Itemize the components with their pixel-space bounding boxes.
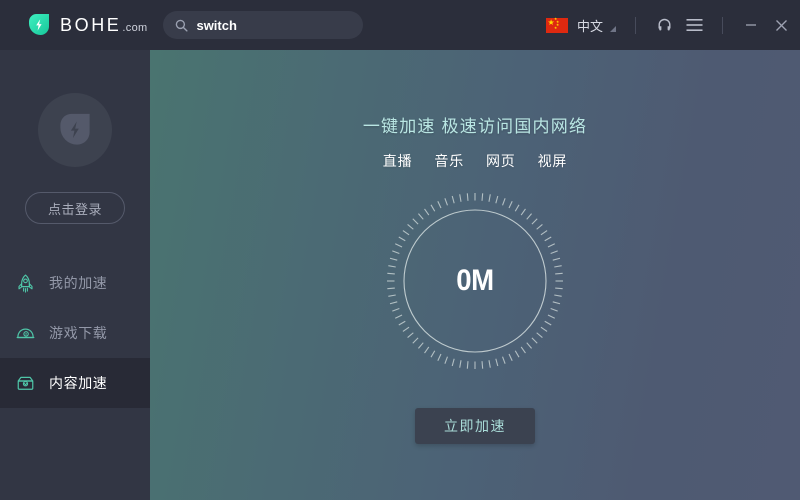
search-input[interactable] (196, 17, 352, 33)
close-button[interactable] (766, 10, 796, 40)
hamburger-menu-icon (686, 19, 702, 31)
headset-icon (658, 18, 670, 30)
sidebar-item-label: 我的加速 (49, 275, 108, 291)
close-icon (775, 19, 787, 31)
brand-name: BOHE (60, 14, 122, 35)
china-flag-icon: ★ ★ ★ ★ ★ (545, 17, 568, 33)
bohe-droplet-logo-icon (26, 12, 52, 38)
sidebar-item-game-download[interactable]: 游戏下载 (0, 308, 150, 358)
brand-logo[interactable]: BOHE .com (26, 12, 147, 38)
language-label: 中文 (576, 18, 603, 34)
app-window: BOHE .com ★ ★ ★ ★ ★ 中文 (0, 0, 800, 500)
accelerate-button[interactable]: 立即加速 (415, 408, 535, 444)
archive-box-icon (14, 372, 36, 394)
main-content: 一键加速 极速访问国内网络 直播 音乐 网页 视屏 0M 立即加速 (150, 50, 800, 500)
titlebar-divider-1 (635, 16, 636, 34)
caret-down-icon (610, 26, 616, 32)
brand-text: BOHE .com (60, 15, 147, 36)
titlebar: BOHE .com ★ ★ ★ ★ ★ 中文 (0, 0, 800, 50)
avatar-droplet-icon (60, 113, 90, 145)
category-tags: 直播 音乐 网页 视屏 (383, 151, 567, 171)
speed-gauge: 0M (385, 191, 565, 371)
minimize-button[interactable] (736, 10, 766, 40)
sidebar-item-my-acceleration[interactable]: 我的加速 (0, 258, 150, 308)
tag-music[interactable]: 音乐 (434, 151, 464, 171)
brand-tld: .com (122, 21, 148, 34)
gamepad-icon (14, 322, 36, 344)
sidebar-item-label: 内容加速 (49, 375, 108, 391)
search-icon (176, 19, 189, 32)
sidebar: 点击登录 我的加速 游戏下载 内容加速 (0, 50, 150, 500)
titlebar-controls: ★ ★ ★ ★ ★ 中文 (545, 0, 800, 50)
gauge-value: 0M (456, 264, 494, 297)
tag-web[interactable]: 网页 (486, 151, 516, 171)
login-button[interactable]: 点击登录 (25, 192, 125, 224)
menu-button[interactable] (679, 10, 709, 40)
sidebar-item-label: 游戏下载 (49, 325, 108, 341)
page-title: 一键加速 极速访问国内网络 (362, 117, 588, 136)
body: 点击登录 我的加速 游戏下载 内容加速 一键加速 极速访问国内网络 直播 音乐 … (0, 50, 800, 500)
search-box[interactable] (163, 11, 364, 39)
support-button[interactable] (649, 10, 679, 40)
sidebar-item-content-acceleration[interactable]: 内容加速 (0, 358, 150, 408)
minimize-icon (746, 24, 756, 26)
sidebar-nav: 我的加速 游戏下载 内容加速 (0, 258, 150, 408)
language-selector[interactable]: ★ ★ ★ ★ ★ 中文 (545, 12, 622, 38)
avatar[interactable] (38, 93, 112, 167)
titlebar-divider-2 (722, 16, 723, 34)
tag-video[interactable]: 视屏 (538, 151, 568, 171)
tag-live[interactable]: 直播 (383, 151, 413, 171)
rocket-icon (14, 272, 36, 294)
